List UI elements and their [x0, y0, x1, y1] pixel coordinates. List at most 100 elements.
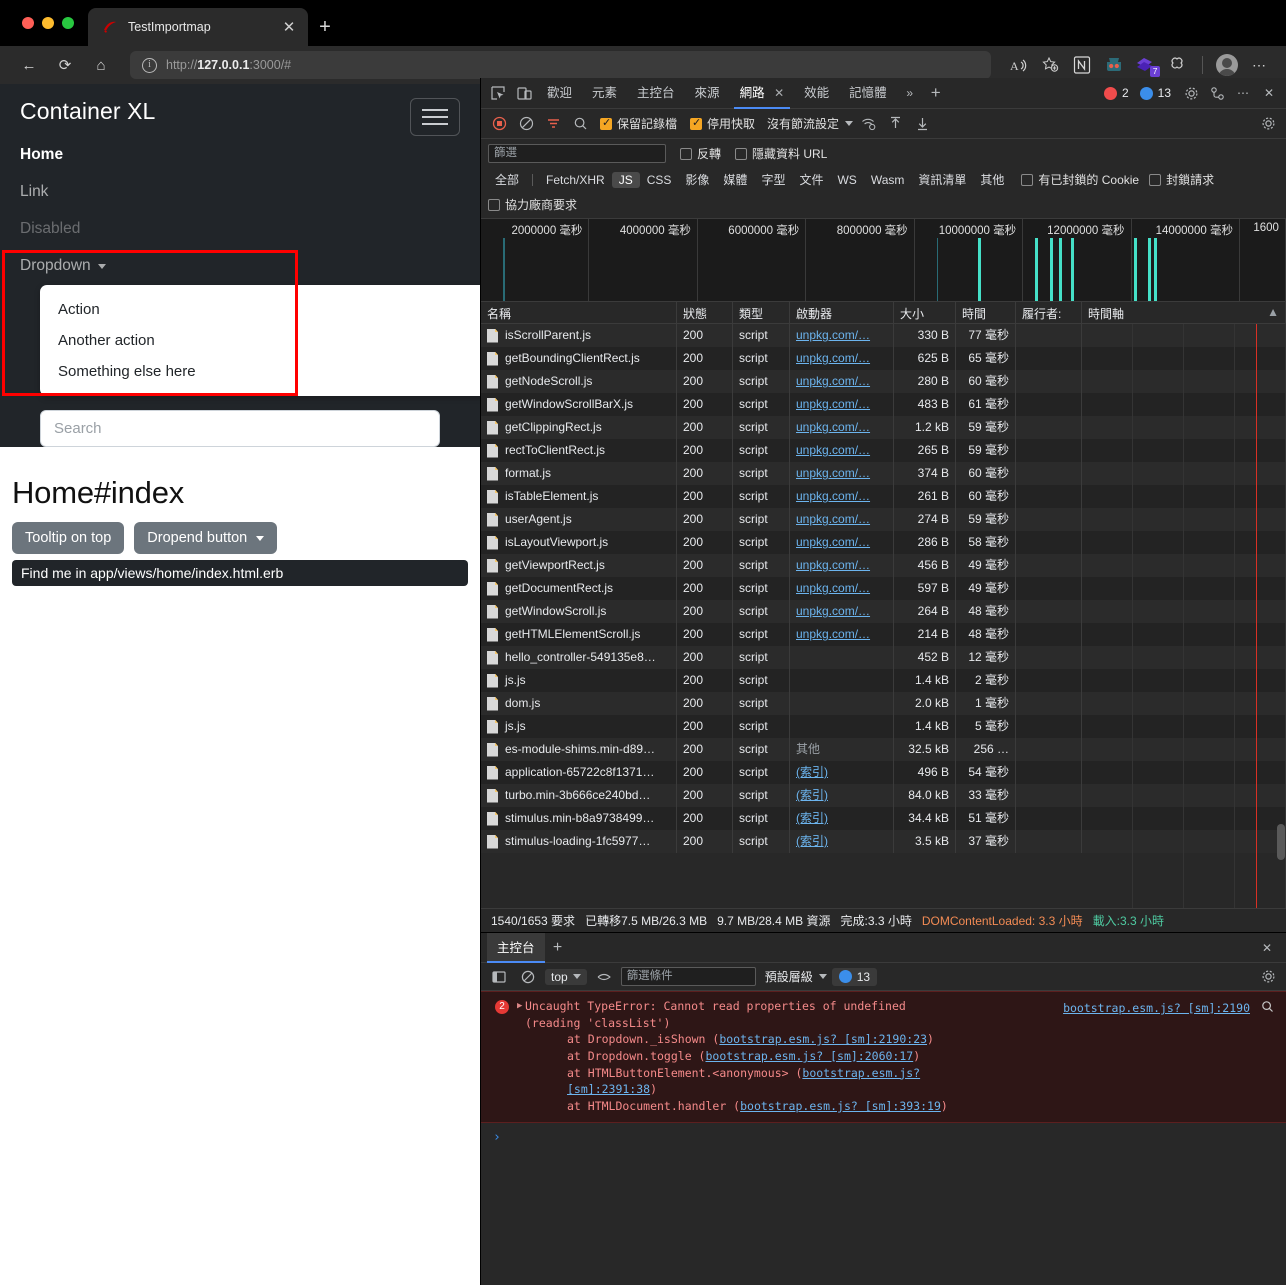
- initiator-link[interactable]: unpkg.com/…: [796, 558, 870, 572]
- devtools-close-icon[interactable]: ✕: [1256, 80, 1282, 106]
- column-header-time[interactable]: 時間: [956, 302, 1016, 323]
- tab-network[interactable]: 網路 ✕: [730, 78, 795, 109]
- dock-icon[interactable]: [1204, 80, 1230, 106]
- filter-media[interactable]: 媒體: [716, 170, 754, 189]
- initiator-link[interactable]: unpkg.com/…: [796, 351, 870, 365]
- filter-all[interactable]: 全部: [488, 170, 526, 189]
- initiator-link[interactable]: unpkg.com/…: [796, 512, 870, 526]
- dropdown-item-another-action[interactable]: Another action: [40, 325, 480, 356]
- nav-link-link[interactable]: Link: [20, 173, 460, 210]
- tab-performance[interactable]: 效能: [794, 78, 839, 109]
- gear-icon[interactable]: [1178, 80, 1204, 106]
- close-tab-button[interactable]: ✕: [280, 20, 298, 35]
- column-header-type[interactable]: 類型: [733, 302, 790, 323]
- add-drawer-tab-icon[interactable]: +: [545, 935, 571, 961]
- column-header-initiator[interactable]: 啟動器: [790, 302, 894, 323]
- blocked-cookies-checkbox[interactable]: 有已封鎖的 Cookie: [1021, 171, 1139, 188]
- initiator-link[interactable]: unpkg.com/…: [796, 328, 870, 342]
- console-settings-gear-icon[interactable]: [1256, 965, 1280, 989]
- filter-ws[interactable]: WS: [830, 172, 863, 188]
- network-request-list[interactable]: isScrollParent.js 200 script unpkg.com/… 330…: [481, 324, 1286, 908]
- purple-extension-icon[interactable]: 7: [1131, 52, 1161, 78]
- error-count-badge[interactable]: 2: [1100, 85, 1136, 101]
- filter-icon[interactable]: [541, 112, 565, 136]
- back-icon[interactable]: ←: [12, 51, 46, 79]
- initiator-link[interactable]: (索引): [796, 788, 828, 802]
- info-count-badge[interactable]: 13: [1136, 85, 1178, 101]
- avatar[interactable]: [1212, 52, 1242, 78]
- reload-icon[interactable]: ⟳: [48, 51, 82, 79]
- stack-frame-link[interactable]: bootstrap.esm.js? [sm]:2060:17: [705, 1049, 913, 1063]
- record-stop-icon[interactable]: [487, 112, 511, 136]
- console-context-select[interactable]: top: [545, 968, 587, 985]
- filter-css[interactable]: CSS: [640, 172, 679, 188]
- puzzle-extension-icon[interactable]: [1163, 52, 1193, 78]
- network-filter-input[interactable]: 篩選: [488, 144, 666, 163]
- expand-arrow-icon[interactable]: ▶: [517, 1000, 522, 1013]
- tab-welcome[interactable]: 歡迎: [537, 78, 582, 109]
- devtools-more-icon[interactable]: ⋯: [1230, 80, 1256, 106]
- export-har-icon[interactable]: [910, 112, 934, 136]
- filter-doc[interactable]: 文件: [792, 170, 830, 189]
- console-info-badge[interactable]: 13: [831, 967, 878, 986]
- initiator-link[interactable]: unpkg.com/…: [796, 443, 870, 457]
- read-aloud-icon[interactable]: A: [1003, 52, 1033, 78]
- close-window-button[interactable]: [22, 17, 34, 29]
- window-controls[interactable]: [22, 0, 88, 46]
- console-prompt-row[interactable]: ›: [481, 1122, 1286, 1285]
- initiator-link[interactable]: unpkg.com/…: [796, 535, 870, 549]
- live-expression-icon[interactable]: [592, 965, 616, 989]
- home-icon[interactable]: ⌂: [84, 51, 118, 79]
- add-favorite-icon[interactable]: [1035, 52, 1065, 78]
- initiator-link[interactable]: unpkg.com/…: [796, 489, 870, 503]
- tab-memory[interactable]: 記憶體: [839, 78, 897, 109]
- filter-img[interactable]: 影像: [678, 170, 716, 189]
- dropend-button[interactable]: Dropend button: [134, 522, 278, 554]
- nav-link-home[interactable]: Home: [20, 136, 460, 173]
- network-settings-gear-icon[interactable]: [1256, 112, 1280, 136]
- initiator-link[interactable]: unpkg.com/…: [796, 581, 870, 595]
- robot-extension-icon[interactable]: [1099, 52, 1129, 78]
- notion-extension-icon[interactable]: [1067, 52, 1097, 78]
- maximize-window-button[interactable]: [62, 17, 74, 29]
- filter-font[interactable]: 字型: [754, 170, 792, 189]
- search-input[interactable]: Search: [40, 410, 440, 447]
- initiator-link[interactable]: (索引): [796, 765, 828, 779]
- stack-frame-link[interactable]: bootstrap.esm.js? [sm]:393:19: [740, 1099, 941, 1113]
- error-source-link[interactable]: bootstrap.esm.js? [sm]:2190: [1063, 1000, 1250, 1017]
- clear-icon[interactable]: [514, 112, 538, 136]
- throttle-select[interactable]: 沒有節流設定: [767, 115, 854, 132]
- device-toolbar-icon[interactable]: [511, 80, 537, 106]
- tooltip-on-top-button[interactable]: Tooltip on top: [12, 522, 125, 554]
- third-party-checkbox[interactable]: 協力廠商要求: [488, 196, 1279, 213]
- blocked-requests-checkbox[interactable]: 封鎖請求: [1149, 171, 1214, 188]
- import-har-icon[interactable]: [883, 112, 907, 136]
- browser-more-icon[interactable]: ⋯: [1244, 52, 1274, 78]
- info-circle-icon[interactable]: i: [142, 57, 157, 73]
- search-icon[interactable]: [568, 112, 592, 136]
- stack-frame-link[interactable]: bootstrap.esm.js? [sm]:2190:23: [719, 1032, 927, 1046]
- minimize-window-button[interactable]: [42, 17, 54, 29]
- sidebar-icon[interactable]: [487, 965, 511, 989]
- add-tab-icon[interactable]: +: [923, 80, 949, 106]
- preserve-log-checkbox[interactable]: 保留記錄檔: [600, 115, 677, 132]
- filter-other[interactable]: 其他: [973, 170, 1011, 189]
- tab-console[interactable]: 主控台: [627, 78, 685, 109]
- address-bar[interactable]: i http://127.0.0.1:3000/#: [130, 51, 991, 79]
- column-header-waterfall[interactable]: 時間軸 ▲: [1082, 302, 1286, 323]
- dropdown-toggle[interactable]: Dropdown: [20, 247, 460, 281]
- browser-tab[interactable]: TestImportmap ✕: [88, 8, 308, 46]
- disable-cache-checkbox[interactable]: 停用快取: [690, 115, 755, 132]
- column-header-status[interactable]: 狀態: [677, 302, 733, 323]
- close-drawer-icon[interactable]: ✕: [1254, 935, 1280, 961]
- navbar-toggler-button[interactable]: [410, 98, 460, 136]
- console-error-message[interactable]: 2 ▶ Uncaught TypeError: Cannot read prop…: [481, 991, 1286, 1123]
- filter-js[interactable]: JS: [611, 171, 640, 188]
- invert-checkbox[interactable]: 反轉: [680, 145, 721, 162]
- initiator-link[interactable]: (索引): [796, 834, 828, 848]
- filter-manifest[interactable]: 資訊清單: [911, 170, 973, 189]
- initiator-link[interactable]: unpkg.com/…: [796, 397, 870, 411]
- console-filter-input[interactable]: 篩選條件: [620, 967, 756, 986]
- dropdown-item-something-else[interactable]: Something else here: [40, 356, 480, 387]
- initiator-link[interactable]: unpkg.com/…: [796, 466, 870, 480]
